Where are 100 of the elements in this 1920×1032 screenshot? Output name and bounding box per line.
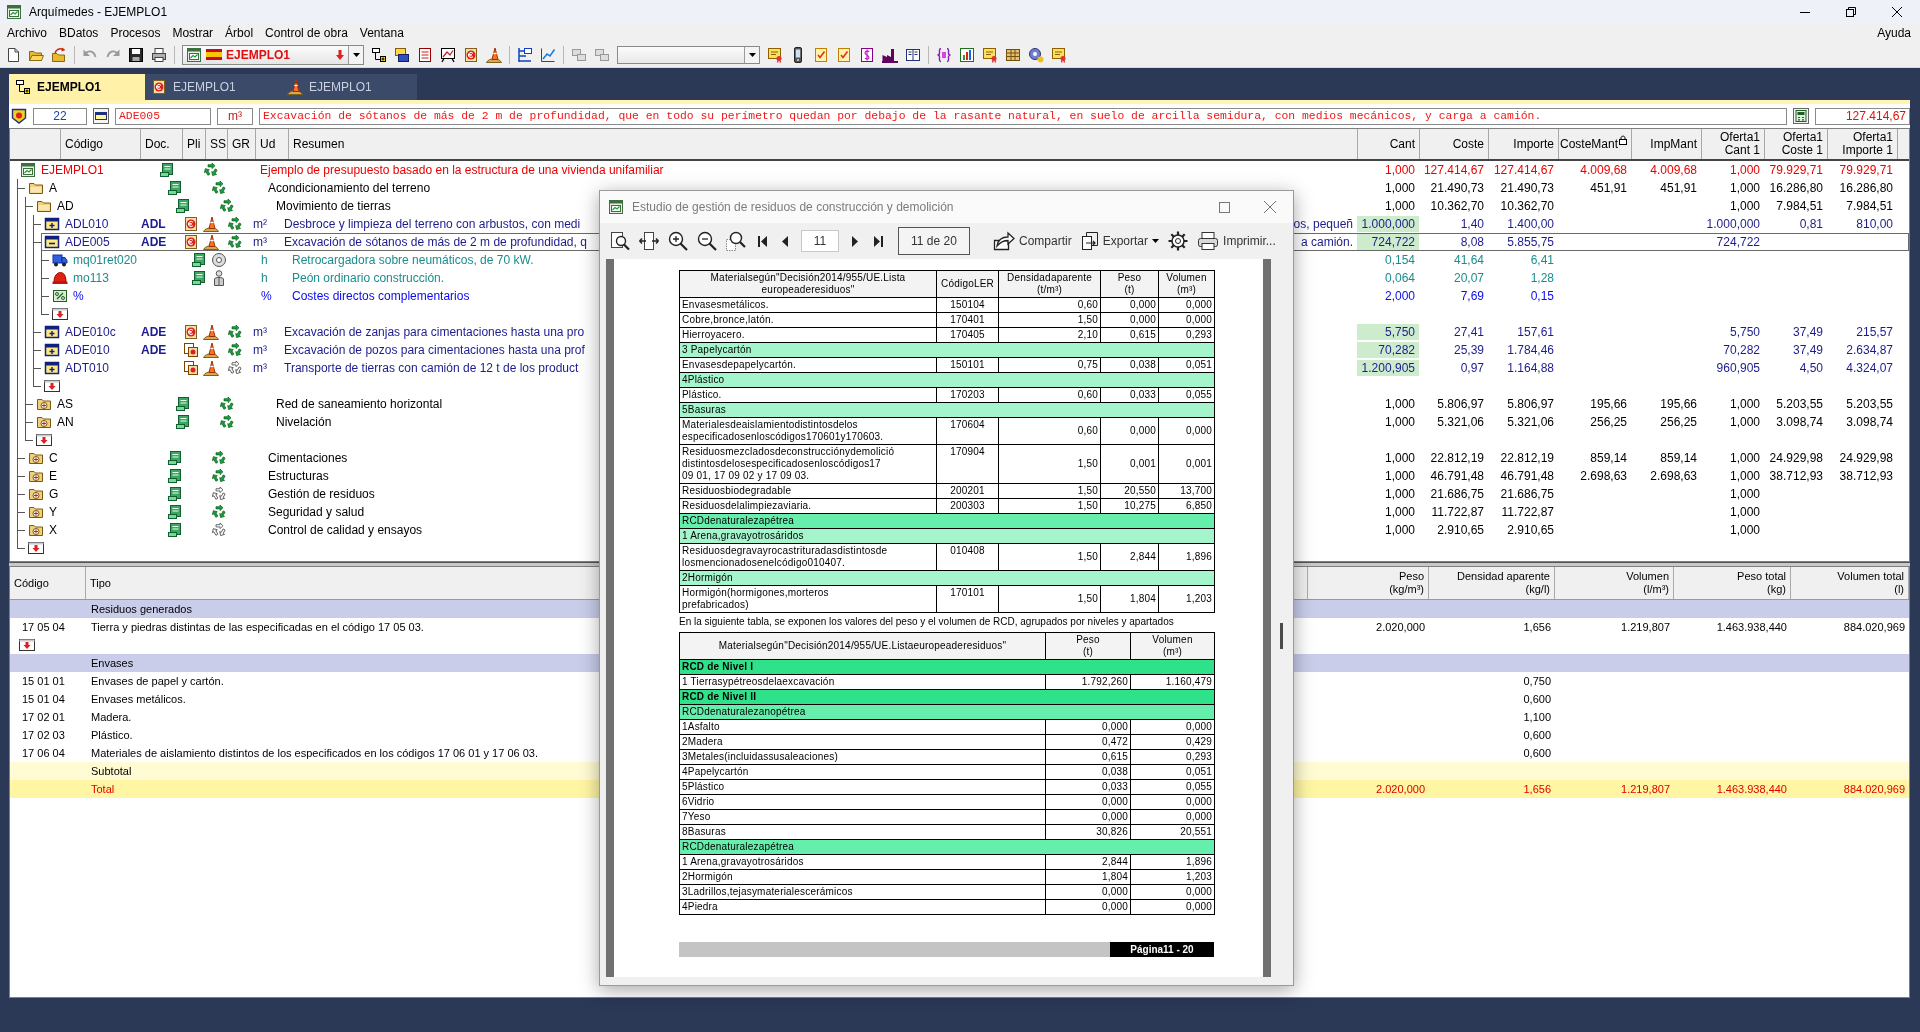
document-icon[interactable] [167,504,183,520]
column-header[interactable]: Resumen [289,129,1358,159]
tree-item[interactable]: ADE010 ADE m³ Excavación de pozos para cimentaciones hasta una prof [41,341,587,359]
new-document-icon[interactable] [5,46,21,63]
column-header[interactable]: Ud [256,129,289,159]
folder-arrow-icon[interactable] [51,46,67,63]
factory-icon[interactable] [882,46,898,63]
document-icon[interactable] [167,180,183,196]
column-header[interactable]: Cant [1389,137,1415,151]
document-icon[interactable] [159,162,175,178]
menu-item[interactable]: Control de obra [259,26,354,40]
recycle-icon[interactable] [211,486,227,502]
document-icon[interactable] [191,270,207,286]
zoom-out-icon[interactable] [697,231,717,251]
certificate-icon[interactable] [982,46,998,63]
cone-icon[interactable] [203,216,219,232]
column-header[interactable]: Peso total (kg) [1737,570,1786,596]
cone-icon[interactable] [486,46,502,63]
circle-badge-icon[interactable] [1028,46,1044,63]
total-field[interactable]: 127.414,67 [1815,107,1910,125]
cone-icon[interactable] [203,234,219,250]
tree-item[interactable]: A Acondicionamiento del terreno [25,179,433,197]
cone-icon[interactable] [203,324,219,340]
column-header[interactable]: Peso (kg/m³) [1389,570,1424,596]
document-icon[interactable] [167,468,183,484]
column-header[interactable]: Pli [183,129,206,159]
recycle-icon[interactable] [203,162,219,178]
tree-item[interactable]: ADE005 ADE m³ Excavación de sótanos de más de 2 m de profundidad, q [41,233,589,251]
recycle-icon[interactable] [227,216,243,232]
fit-page-icon[interactable] [639,231,659,251]
chart-page-icon[interactable] [959,46,975,63]
euro-coin-icon[interactable] [463,46,479,63]
page-field[interactable]: 11 [801,230,839,252]
recycle-icon[interactable] [227,342,243,358]
column-header[interactable]: GR [228,129,256,159]
document-icon[interactable] [191,252,207,268]
recycle-icon[interactable] [219,198,235,214]
recycle-icon[interactable] [227,360,243,376]
recycle-icon[interactable] [211,468,227,484]
stacked-boxes-icon[interactable] [394,46,410,63]
tree-item[interactable]: EJEMPLO1 Ejemplo de presupuesto basado en la estructura de una vivienda unifamiliar [17,161,666,179]
recycle-icon[interactable] [211,450,227,466]
first-page-icon[interactable] [757,235,767,247]
certificate-icon[interactable] [1051,46,1067,63]
column-header[interactable]: Coste [1452,137,1484,151]
tree-item[interactable]: AS Red de saneamiento horizontal [33,395,445,413]
tree-item[interactable]: ADL010 ADL m² Desbroce y limpieza del terreno con arbustos, con medi [41,215,583,233]
tree-item[interactable]: mo113 h Peón ordinario construcción. [49,269,447,287]
zoom-page-icon[interactable] [610,231,630,251]
group-heading[interactable]: Envases [10,654,599,672]
tree-item[interactable]: G Gestión de residuos [25,485,377,503]
unit-field[interactable]: m³ [217,107,253,125]
menu-item[interactable]: BDatos [53,26,105,40]
text-page-icon[interactable] [417,46,433,63]
wheel-icon[interactable] [211,252,227,268]
tree-chart-icon[interactable] [517,46,533,63]
last-page-icon[interactable] [873,235,883,247]
share-button[interactable]: Compartir [993,231,1072,251]
tree-item[interactable]: AN Nivelación [33,413,334,431]
menu-item[interactable]: Ventana [353,26,410,40]
tree-item[interactable]: Y Seguridad y salud [25,503,367,521]
column-header[interactable]: SS [206,129,228,159]
previous-icon[interactable] [782,235,788,247]
tree-item[interactable]: mq01ret020 h Retrocargadora sobre neumáticos, de 70 kW. [49,251,536,269]
euro-coin-icon[interactable] [183,324,199,340]
tree-item[interactable]: X Control de calidad y ensayos [25,521,425,539]
save-icon[interactable] [128,46,144,63]
document-icon[interactable] [167,486,183,502]
documents-icon[interactable] [183,360,199,376]
euro-coin-icon[interactable] [183,234,199,250]
restore-icon[interactable] [1846,7,1856,17]
zoom-in-icon[interactable] [668,231,688,251]
euro-coin-icon[interactable] [183,216,199,232]
settings-icon[interactable] [1168,231,1189,251]
document-icon[interactable] [175,198,191,214]
easel-icon[interactable] [440,46,456,63]
project-dropdown[interactable]: EJEMPLO1 [182,44,364,65]
column-header[interactable]: Código [14,576,49,590]
description-field[interactable]: Excavación de sótanos de más de 2 m de profundidad, que en todo su perímetro quedan por debajo de la rasante natural, en suelo de arcilla semidura, con medios mecánicos, y carga a camión. [259,107,1787,125]
menu-item[interactable]: Archivo [1,26,53,40]
checklist-icon[interactable] [836,46,852,63]
checklist-icon[interactable] [813,46,829,63]
tab[interactable]: EJEMPLO1 [281,74,417,100]
tree-item[interactable]: E Estructuras [25,467,331,485]
cone-icon[interactable] [203,342,219,358]
print-button[interactable]: Imprimir... [1197,231,1276,251]
tree-item[interactable]: AD Movimiento de tierras [33,197,393,215]
dollar-page-icon[interactable] [859,46,875,63]
column-header[interactable]: Volumen (l/m³) [1626,570,1669,596]
column-header[interactable]: Densidad aparente (kg/l) [1457,570,1550,596]
menu-item[interactable]: Ayuda [1871,26,1920,40]
document-icon[interactable] [175,396,191,412]
grid-icon[interactable] [1005,46,1021,63]
recycle-icon[interactable] [219,396,235,412]
certificate-icon[interactable] [767,46,783,63]
recycle-icon[interactable] [211,180,227,196]
worker-icon[interactable] [211,270,227,286]
maximize-icon[interactable] [1218,201,1230,213]
close-icon[interactable] [1892,7,1902,17]
column-header[interactable]: Oferta1 Importe 1 [1842,131,1893,157]
